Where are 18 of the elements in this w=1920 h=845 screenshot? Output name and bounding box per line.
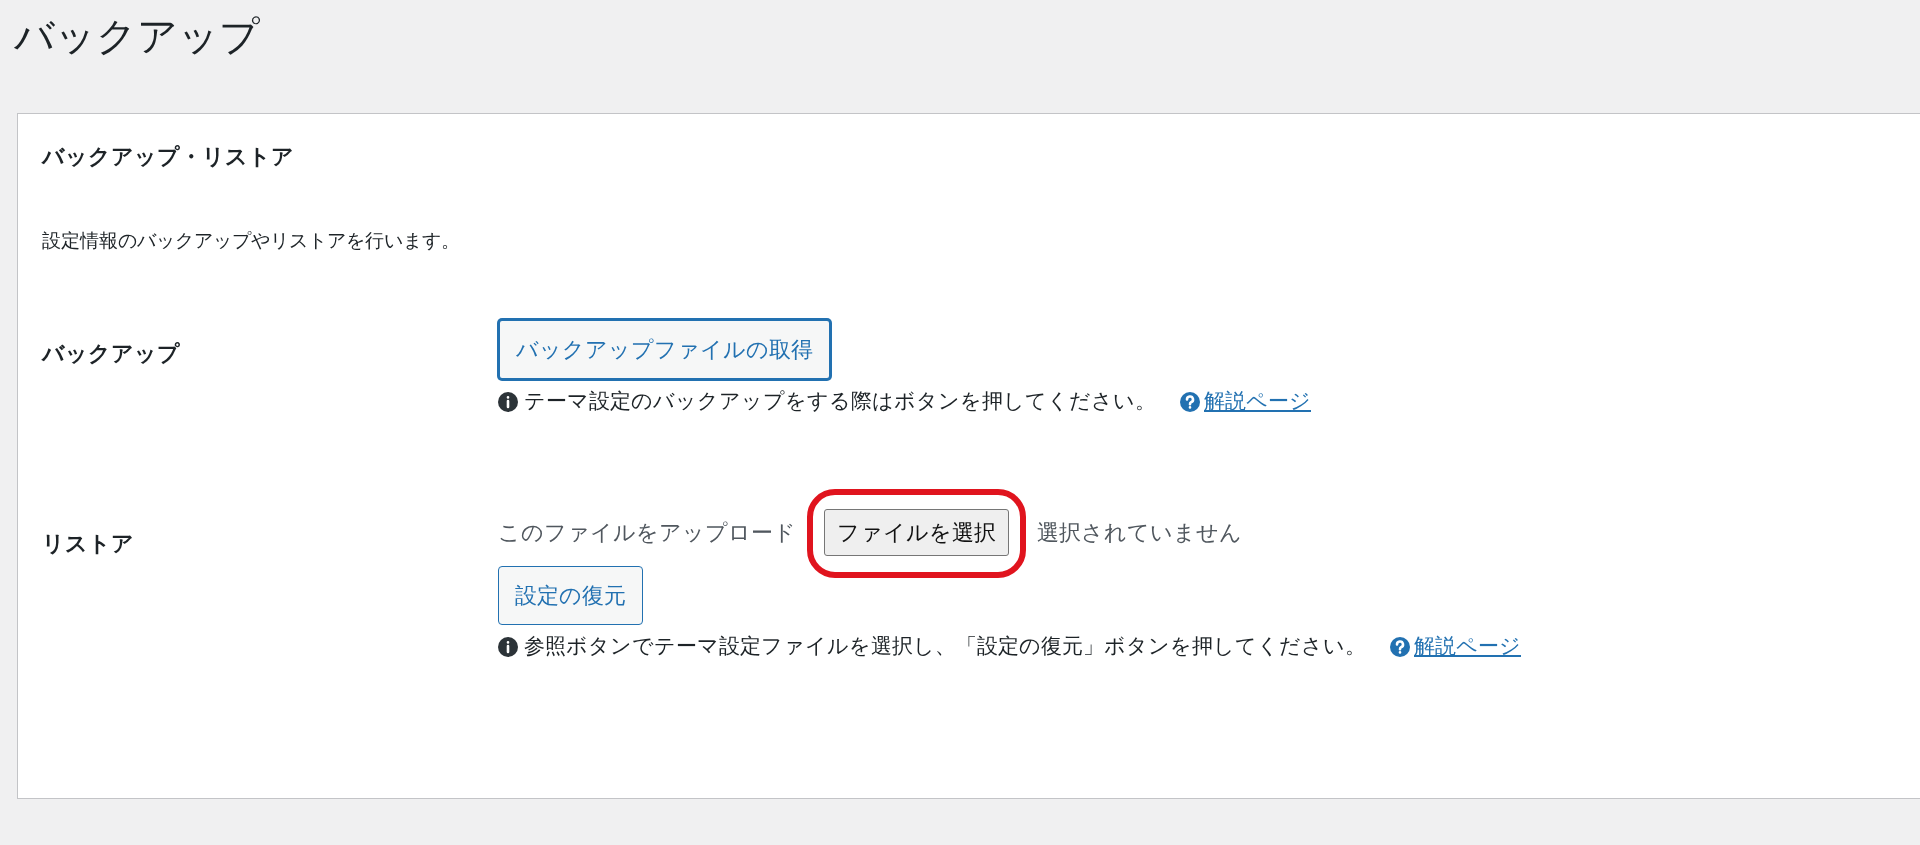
file-select-button[interactable]: ファイルを選択 xyxy=(824,509,1009,557)
help-note: 参照ボタンでテーマ設定ファイルを選択し、「設定の復元」ボタンを押してください。 xyxy=(524,633,1366,661)
download-button[interactable]: バックアップファイルの取得 xyxy=(498,318,831,380)
help-link[interactable]: 解説ページ xyxy=(1180,385,1311,418)
panel-description: 設定情報のバックアップやリストアを行います。 xyxy=(42,228,461,254)
upload-label: このファイルをアップロード xyxy=(498,519,796,548)
page-title: バックアップ xyxy=(13,12,261,60)
info-icon xyxy=(498,637,518,658)
panel-title: バックアップ・リストア xyxy=(42,144,295,171)
info-icon xyxy=(498,391,518,412)
file-status: 選択されていません xyxy=(1037,519,1242,548)
help-icon xyxy=(1390,637,1410,658)
help-note: テーマ設定のバックアップをする際はボタンを押してください。 xyxy=(524,387,1156,415)
help-link[interactable]: 解説ページ xyxy=(1390,631,1521,663)
section-label: バックアップ xyxy=(42,339,181,368)
help-icon xyxy=(1180,391,1200,412)
restore-button[interactable]: 設定の復元 xyxy=(498,566,643,626)
section-label: リストア xyxy=(42,530,135,559)
